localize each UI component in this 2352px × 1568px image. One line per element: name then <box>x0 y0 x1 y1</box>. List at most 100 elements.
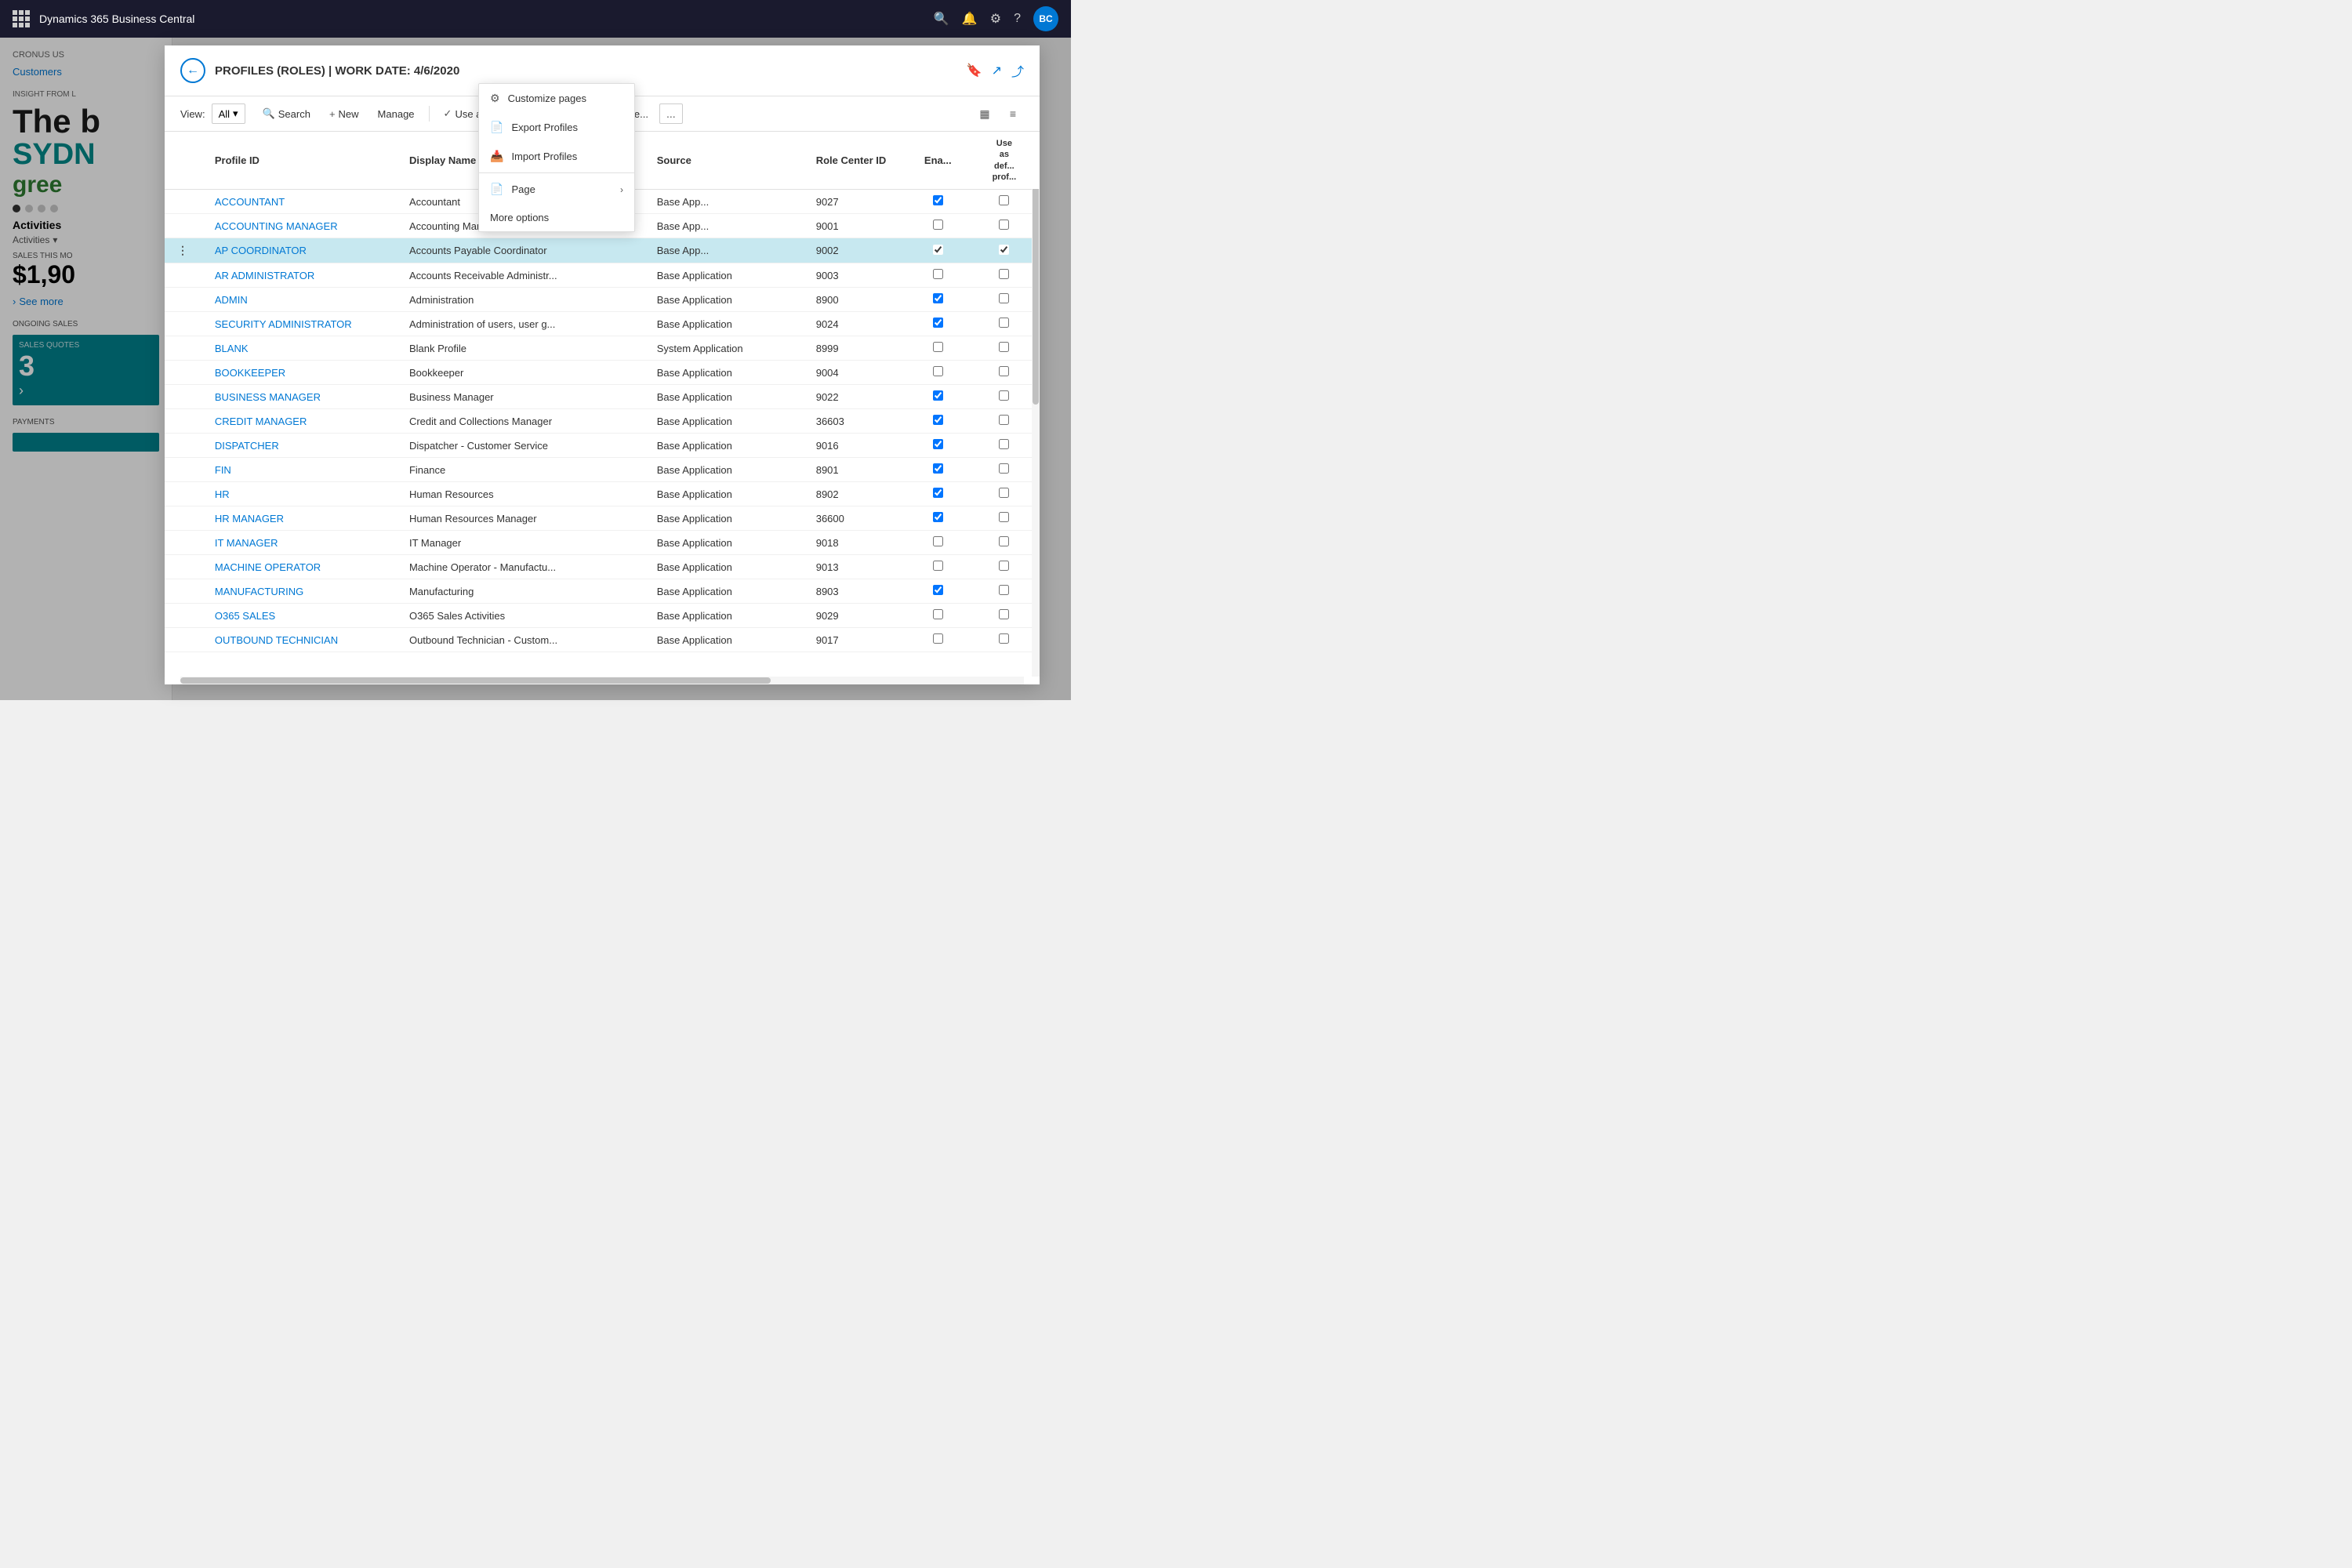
row-menu-button[interactable]: ⋮ <box>174 242 191 258</box>
context-menu-item-customize-pages[interactable]: ⚙Customize pages <box>479 84 634 113</box>
header-source[interactable]: Source <box>648 132 807 190</box>
enabled-checkbox[interactable] <box>933 561 943 571</box>
row-profile-id[interactable]: OUTBOUND TECHNICIAN <box>205 628 400 652</box>
enabled-checkbox[interactable] <box>933 609 943 619</box>
row-use-as-default-cell[interactable] <box>969 190 1040 214</box>
row-profile-id[interactable]: BOOKKEEPER <box>205 361 400 385</box>
row-profile-id[interactable]: ADMIN <box>205 288 400 312</box>
settings-icon[interactable]: ⚙ <box>990 11 1001 27</box>
row-profile-id[interactable]: MACHINE OPERATOR <box>205 555 400 579</box>
row-profile-id[interactable]: BUSINESS MANAGER <box>205 385 400 409</box>
enabled-checkbox[interactable] <box>933 488 943 498</box>
table-row[interactable]: HRHuman ResourcesBase Application8902 <box>165 482 1040 506</box>
use-as-default-checkbox[interactable] <box>999 245 1009 255</box>
header-profile-id[interactable]: Profile ID <box>205 132 400 190</box>
use-as-default-checkbox[interactable] <box>999 269 1009 279</box>
table-row[interactable]: ADMINAdministrationBase Application8900 <box>165 288 1040 312</box>
use-as-default-checkbox[interactable] <box>999 415 1009 425</box>
row-enabled-cell[interactable] <box>907 361 969 385</box>
row-enabled-cell[interactable] <box>907 190 969 214</box>
header-use-as-default[interactable]: Useasdef...prof... <box>969 132 1040 190</box>
use-as-default-checkbox[interactable] <box>999 536 1009 546</box>
bookmark-icon[interactable]: 🔖 <box>967 63 982 78</box>
row-enabled-cell[interactable] <box>907 579 969 604</box>
back-button[interactable]: ← <box>180 58 205 83</box>
table-row[interactable]: MACHINE OPERATORMachine Operator - Manuf… <box>165 555 1040 579</box>
row-use-as-default-cell[interactable] <box>969 604 1040 628</box>
row-use-as-default-cell[interactable] <box>969 263 1040 288</box>
row-enabled-cell[interactable] <box>907 434 969 458</box>
use-as-default-checkbox[interactable] <box>999 561 1009 571</box>
row-use-as-default-cell[interactable] <box>969 434 1040 458</box>
enabled-checkbox[interactable] <box>933 463 943 474</box>
context-menu-item-import-profiles[interactable]: 📥Import Profiles <box>479 142 634 171</box>
row-use-as-default-cell[interactable] <box>969 555 1040 579</box>
row-use-as-default-cell[interactable] <box>969 458 1040 482</box>
use-as-default-checkbox[interactable] <box>999 609 1009 619</box>
use-as-default-checkbox[interactable] <box>999 318 1009 328</box>
table-row[interactable]: SECURITY ADMINISTRATORAdministration of … <box>165 312 1040 336</box>
row-use-as-default-cell[interactable] <box>969 336 1040 361</box>
use-as-default-checkbox[interactable] <box>999 390 1009 401</box>
more-options-button[interactable]: ... <box>659 103 683 124</box>
search-button[interactable]: 🔍 Search <box>255 103 318 124</box>
row-use-as-default-cell[interactable] <box>969 506 1040 531</box>
enabled-checkbox[interactable] <box>933 245 943 255</box>
row-enabled-cell[interactable] <box>907 238 969 263</box>
enabled-checkbox[interactable] <box>933 269 943 279</box>
enabled-checkbox[interactable] <box>933 390 943 401</box>
context-menu-item-page[interactable]: 📄Page› <box>479 175 634 204</box>
table-row[interactable]: DISPATCHERDispatcher - Customer ServiceB… <box>165 434 1040 458</box>
row-profile-id[interactable]: ACCOUNTING MANAGER <box>205 214 400 238</box>
enabled-checkbox[interactable] <box>933 195 943 205</box>
horizontal-scrollbar[interactable] <box>180 677 1024 684</box>
use-as-default-checkbox[interactable] <box>999 366 1009 376</box>
grid-menu-icon[interactable] <box>13 10 30 27</box>
row-enabled-cell[interactable] <box>907 482 969 506</box>
row-enabled-cell[interactable] <box>907 531 969 555</box>
enabled-checkbox[interactable] <box>933 633 943 644</box>
row-enabled-cell[interactable] <box>907 409 969 434</box>
list-view-button[interactable]: ≡ <box>1002 103 1024 125</box>
maximize-icon[interactable]: ⤴ <box>1011 61 1024 80</box>
table-row[interactable]: AR ADMINISTRATORAccounts Receivable Admi… <box>165 263 1040 288</box>
table-row[interactable]: FINFinanceBase Application8901 <box>165 458 1040 482</box>
row-use-as-default-cell[interactable] <box>969 361 1040 385</box>
manage-button[interactable]: Manage <box>370 104 423 124</box>
row-use-as-default-cell[interactable] <box>969 385 1040 409</box>
row-profile-id[interactable]: DISPATCHER <box>205 434 400 458</box>
enabled-checkbox[interactable] <box>933 536 943 546</box>
table-row[interactable]: BOOKKEEPERBookkeeperBase Application9004 <box>165 361 1040 385</box>
table-row[interactable]: IT MANAGERIT ManagerBase Application9018 <box>165 531 1040 555</box>
row-enabled-cell[interactable] <box>907 385 969 409</box>
enabled-checkbox[interactable] <box>933 415 943 425</box>
enabled-checkbox[interactable] <box>933 585 943 595</box>
table-row[interactable]: HR MANAGERHuman Resources ManagerBase Ap… <box>165 506 1040 531</box>
row-enabled-cell[interactable] <box>907 214 969 238</box>
use-as-default-checkbox[interactable] <box>999 488 1009 498</box>
row-use-as-default-cell[interactable] <box>969 312 1040 336</box>
row-profile-id[interactable]: AR ADMINISTRATOR <box>205 263 400 288</box>
use-as-default-checkbox[interactable] <box>999 195 1009 205</box>
row-enabled-cell[interactable] <box>907 506 969 531</box>
row-profile-id[interactable]: MANUFACTURING <box>205 579 400 604</box>
enabled-checkbox[interactable] <box>933 318 943 328</box>
notification-icon[interactable]: 🔔 <box>962 11 978 27</box>
table-row[interactable]: O365 SALESO365 Sales ActivitiesBase Appl… <box>165 604 1040 628</box>
search-icon[interactable]: 🔍 <box>934 11 949 27</box>
row-use-as-default-cell[interactable] <box>969 482 1040 506</box>
help-icon[interactable]: ? <box>1014 12 1021 26</box>
row-use-as-default-cell[interactable] <box>969 288 1040 312</box>
view-all-dropdown[interactable]: All ▾ <box>212 103 245 124</box>
row-use-as-default-cell[interactable] <box>969 238 1040 263</box>
use-as-default-checkbox[interactable] <box>999 463 1009 474</box>
enabled-checkbox[interactable] <box>933 512 943 522</box>
row-enabled-cell[interactable] <box>907 288 969 312</box>
row-enabled-cell[interactable] <box>907 628 969 652</box>
row-enabled-cell[interactable] <box>907 336 969 361</box>
use-as-default-checkbox[interactable] <box>999 633 1009 644</box>
enabled-checkbox[interactable] <box>933 293 943 303</box>
context-menu-item-more-options[interactable]: More options <box>479 204 634 231</box>
use-as-default-checkbox[interactable] <box>999 220 1009 230</box>
row-use-as-default-cell[interactable] <box>969 409 1040 434</box>
